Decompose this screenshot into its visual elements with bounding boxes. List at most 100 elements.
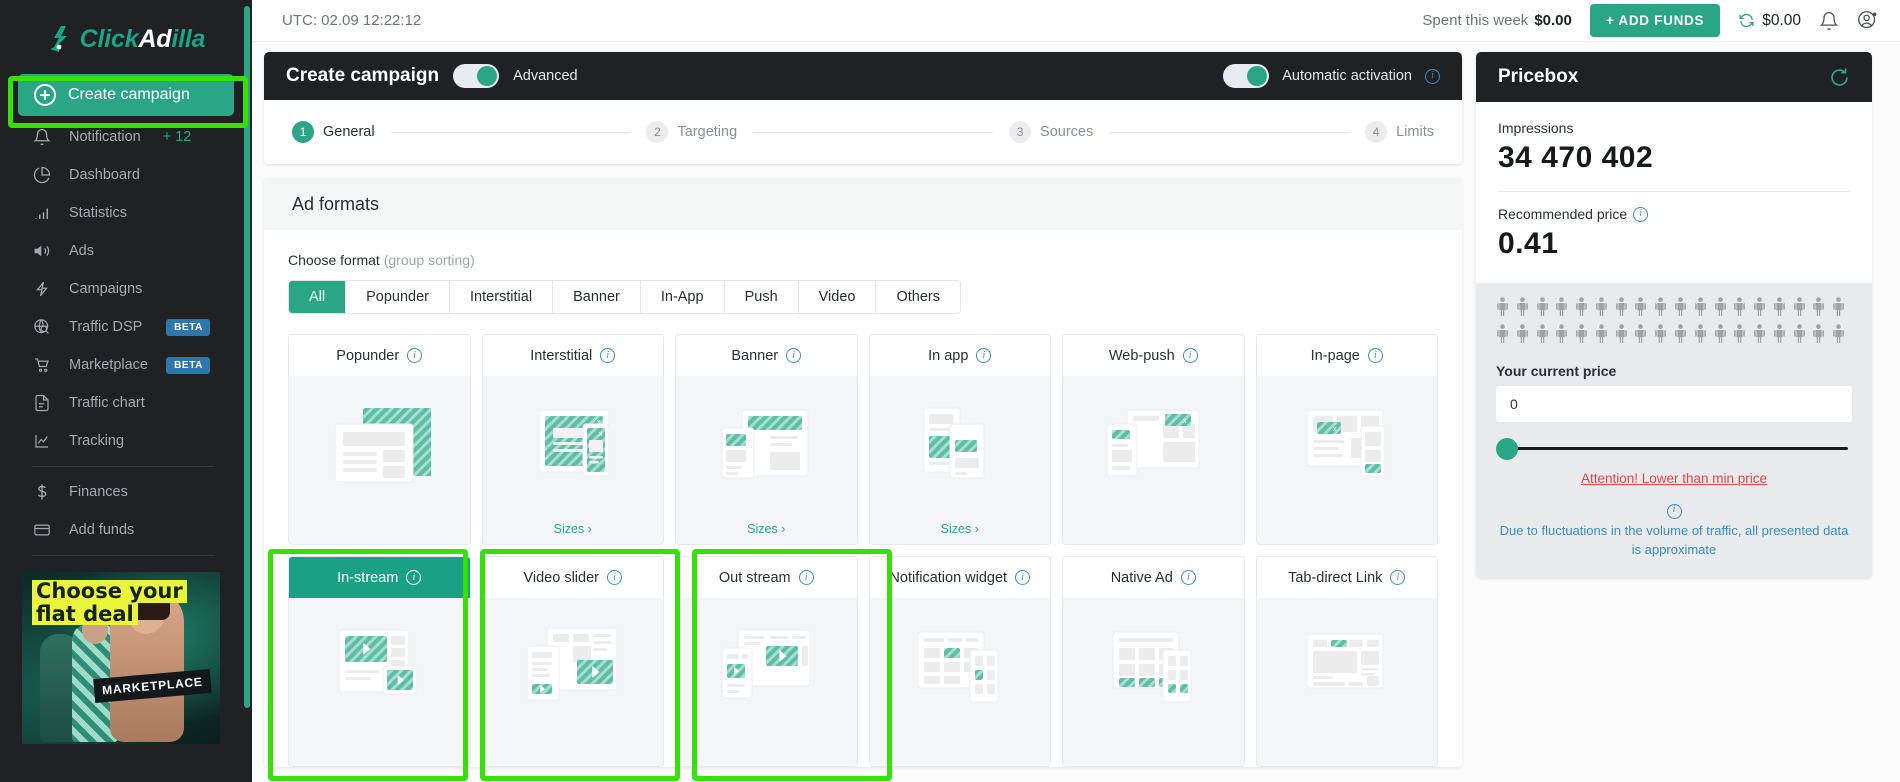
sizes-link[interactable]: Sizes › xyxy=(676,522,857,536)
format-card-label: In-stream xyxy=(337,570,398,586)
format-card-label: Web-push xyxy=(1109,348,1175,364)
format-card-in-page[interactable]: In-pageix xyxy=(1256,334,1439,545)
format-card-header: Notification widgeti xyxy=(870,557,1051,598)
sidebar-scrollbar[interactable] xyxy=(244,6,250,708)
step-number: 2 xyxy=(646,121,668,143)
info-icon[interactable]: i xyxy=(600,348,615,363)
tab-in-app[interactable]: In-App xyxy=(641,281,725,313)
format-card-native-ad[interactable]: Native Adi xyxy=(1062,556,1245,767)
format-card-in-app[interactable]: In appi Sizes › xyxy=(869,334,1052,545)
tab-video[interactable]: Video xyxy=(799,281,877,313)
person-icon xyxy=(1496,297,1516,322)
format-card-popunder[interactable]: Popunder i xyxy=(288,334,471,545)
info-icon[interactable]: i xyxy=(607,570,622,585)
user-account-icon[interactable] xyxy=(1857,10,1878,31)
step-general[interactable]: 1 General xyxy=(292,121,375,143)
info-icon[interactable]: i xyxy=(406,570,421,585)
refresh-icon[interactable] xyxy=(1829,67,1850,88)
info-icon[interactable]: i xyxy=(1368,348,1383,363)
tab-interstitial[interactable]: Interstitial xyxy=(450,281,553,313)
sidebar-item-label: Ads xyxy=(69,243,94,259)
sidebar-item-notification[interactable]: Notification + 12 xyxy=(0,118,252,156)
current-price-input[interactable] xyxy=(1496,386,1852,422)
current-price-label: Your current price xyxy=(1496,363,1852,379)
sizes-link[interactable]: Sizes › xyxy=(870,522,1051,536)
speaker-icon xyxy=(32,241,52,261)
info-icon[interactable]: i xyxy=(407,348,422,363)
utc-clock: UTC: 02.09 12:22:12 xyxy=(282,12,421,29)
beta-badge: BETA xyxy=(166,357,210,374)
sidebar-item-tracking[interactable]: Tracking xyxy=(0,422,252,460)
format-card-tab-direct-link[interactable]: Tab-direct Linki xyxy=(1256,556,1439,767)
format-card-interstitial[interactable]: InterstitialixxSizes › xyxy=(482,334,665,545)
sidebar-item-ads[interactable]: Ads xyxy=(0,232,252,270)
format-card-banner[interactable]: BanneriSizes › xyxy=(675,334,858,545)
info-icon: i xyxy=(1667,504,1682,519)
info-icon[interactable]: i xyxy=(786,348,801,363)
sidebar-item-dashboard[interactable]: Dashboard xyxy=(0,156,252,194)
promo-line-1: Choose your xyxy=(32,580,187,603)
person-icon xyxy=(1733,324,1753,349)
price-slider-knob[interactable] xyxy=(1496,438,1518,460)
info-icon[interactable]: i xyxy=(1425,69,1440,84)
header-left-group: Create campaign Advanced xyxy=(286,64,578,88)
sidebar-item-campaigns[interactable]: Campaigns xyxy=(0,270,252,308)
sidebar-divider xyxy=(32,466,214,467)
step-limits[interactable]: 4 Limits xyxy=(1365,121,1434,143)
sidebar-item-traffic-dsp[interactable]: Traffic DSP BETA xyxy=(0,308,252,346)
format-card-header: Tab-direct Linki xyxy=(1257,557,1438,598)
tab-push[interactable]: Push xyxy=(725,281,799,313)
min-price-warning[interactable]: Attention! Lower than min price xyxy=(1496,471,1852,486)
add-funds-button[interactable]: + ADD FUNDS xyxy=(1590,4,1720,37)
notifications-bell-icon[interactable] xyxy=(1819,11,1839,31)
step-targeting[interactable]: 2 Targeting xyxy=(646,121,737,143)
automatic-activation-toggle[interactable] xyxy=(1223,64,1269,88)
sidebar-item-traffic-chart[interactable]: Traffic chart xyxy=(0,384,252,422)
step-sources[interactable]: 3 Sources xyxy=(1009,121,1093,143)
format-card-video-slider[interactable]: Video slideri xyxy=(482,556,665,767)
left-column: Create campaign Advanced Automatic activ… xyxy=(264,52,1462,782)
sidebar-item-finances[interactable]: Finances xyxy=(0,473,252,511)
tab-banner[interactable]: Banner xyxy=(553,281,641,313)
person-icon xyxy=(1615,324,1635,349)
format-card-web-push[interactable]: Web-pushix xyxy=(1062,334,1245,545)
price-slider[interactable] xyxy=(1496,435,1852,461)
advanced-toggle[interactable] xyxy=(453,64,499,88)
info-icon[interactable]: i xyxy=(1390,570,1405,585)
brand-logo[interactable]: ClickAdilla xyxy=(0,0,252,72)
format-card-notification-widget[interactable]: Notification widgeti xyxy=(869,556,1052,767)
info-icon[interactable]: i xyxy=(1015,570,1030,585)
format-card-label: Popunder xyxy=(336,348,399,364)
format-card-body: x xyxy=(1257,376,1438,544)
format-card-body xyxy=(1257,598,1438,766)
info-icon[interactable]: i xyxy=(1183,348,1198,363)
recommended-price-value: 0.41 xyxy=(1498,227,1850,261)
sizes-link[interactable]: Sizes › xyxy=(483,522,664,536)
step-connector xyxy=(1109,132,1349,133)
refresh-balance-icon[interactable] xyxy=(1738,12,1755,29)
tab-others[interactable]: Others xyxy=(876,281,960,313)
sidebar-nav: Notification + 12 Dashboard Statistics xyxy=(0,118,252,556)
format-preview-notifwidget-icon xyxy=(870,624,1051,736)
tab-popunder[interactable]: Popunder xyxy=(346,281,450,313)
format-card-out-stream[interactable]: Out streami xyxy=(675,556,858,767)
person-icon xyxy=(1575,324,1595,349)
sidebar-item-marketplace[interactable]: Marketplace BETA xyxy=(0,346,252,384)
format-card-in-stream[interactable]: In-stream i xyxy=(288,556,471,767)
info-icon[interactable]: i xyxy=(799,570,814,585)
format-preview-instream-icon xyxy=(289,624,470,736)
info-icon[interactable]: i xyxy=(1633,207,1648,222)
balance-display[interactable]: $0.00 xyxy=(1738,12,1801,30)
sidebar-item-statistics[interactable]: Statistics xyxy=(0,194,252,232)
step-connector xyxy=(753,132,993,133)
create-campaign-button[interactable]: Create campaign xyxy=(18,74,234,116)
person-icon xyxy=(1812,297,1832,322)
step-label: Targeting xyxy=(677,124,737,140)
tab-all[interactable]: All xyxy=(289,281,346,313)
info-icon[interactable]: i xyxy=(1181,570,1196,585)
marketplace-promo-banner[interactable]: Choose your flat deal MARKETPLACE xyxy=(22,572,220,744)
sidebar-item-add-funds[interactable]: Add funds xyxy=(0,511,252,549)
info-icon[interactable]: i xyxy=(976,348,991,363)
format-preview-tabdirect-icon xyxy=(1257,624,1438,736)
format-card-header: In appi xyxy=(870,335,1051,376)
